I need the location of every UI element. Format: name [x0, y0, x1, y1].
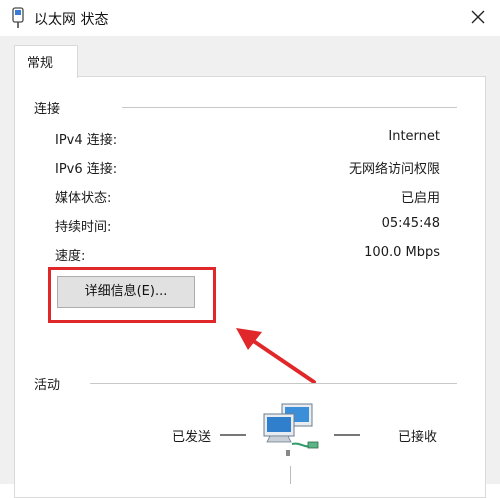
duration-label: 持续时间: — [55, 220, 112, 235]
received-connector-line — [334, 434, 360, 436]
highlight-annotation-box — [48, 267, 216, 323]
activity-separator — [90, 383, 457, 384]
connection-separator — [122, 107, 457, 108]
window-title: 以太网 状态 — [34, 12, 109, 28]
duration-value: 05:45:48 — [381, 216, 440, 231]
ethernet-status-window: 以太网 状态 常规 连接 IPv4 连接: Internet IPv6 连接: … — [0, 0, 500, 498]
sent-connector-line — [220, 434, 246, 436]
activity-section-title: 活动 — [34, 378, 61, 393]
activity-divider — [290, 466, 291, 484]
ipv4-label: IPv4 连接: — [55, 133, 118, 148]
tab-general[interactable]: 常规 — [14, 45, 78, 78]
speed-value: 100.0 Mbps — [364, 245, 440, 260]
media-state-label: 媒体状态: — [55, 191, 112, 206]
sent-label: 已发送 — [172, 430, 212, 445]
close-icon — [471, 10, 485, 24]
ethernet-icon — [8, 7, 28, 29]
close-button[interactable] — [464, 4, 492, 30]
ipv6-value: 无网络访问权限 — [348, 162, 440, 177]
ipv4-value: Internet — [388, 129, 440, 144]
ipv6-label: IPv6 连接: — [55, 162, 118, 177]
speed-label: 速度: — [55, 249, 86, 264]
received-label: 已接收 — [398, 430, 438, 445]
media-state-value: 已启用 — [400, 191, 440, 206]
title-bar[interactable]: 以太网 状态 — [0, 0, 500, 36]
network-computers-icon — [263, 403, 319, 456]
tab-general-label: 常规 — [27, 56, 54, 71]
arrow-annotation-icon — [236, 328, 316, 384]
connection-section-title: 连接 — [34, 102, 61, 117]
